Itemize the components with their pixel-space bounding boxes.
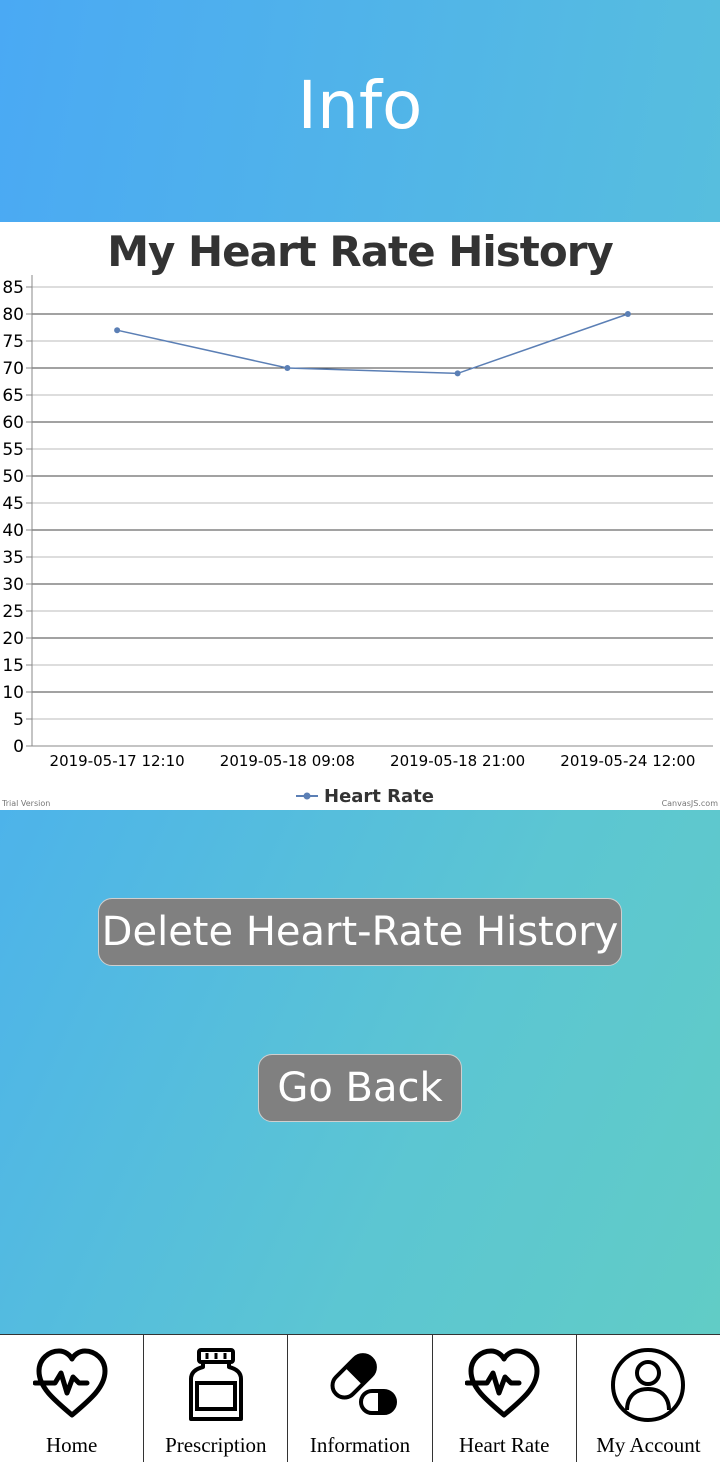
data-point <box>454 370 461 377</box>
bottom-tab-bar: Home Prescription Information Heart Rate… <box>0 1334 720 1462</box>
legend-label: Heart Rate <box>324 786 434 807</box>
series-line <box>116 313 629 375</box>
y-tick-label: 35 <box>2 548 24 568</box>
x-tick-label: 2019-05-24 12:00 <box>560 752 695 770</box>
y-tick-label: 85 <box>2 278 24 298</box>
tab-prescription[interactable]: Prescription <box>144 1335 289 1462</box>
tab-label-home: Home <box>45 1433 98 1457</box>
y-tick-label: 75 <box>2 332 24 352</box>
tab-heart-rate[interactable]: Heart Rate <box>433 1335 577 1462</box>
heart-rate-chart: My Heart Rate History 0 5 10 15 20 25 30 35 40 45 5… <box>0 222 720 810</box>
user-circle-icon <box>611 1348 686 1422</box>
heartbeat-icon <box>465 1348 540 1418</box>
capsule-icon <box>330 1353 397 1415</box>
heartbeat-icon <box>32 1348 108 1418</box>
tab-label-my-account: My Account <box>596 1433 701 1457</box>
y-tick-label: 65 <box>2 386 24 406</box>
y-tick-label: 50 <box>2 467 24 487</box>
y-tick-label: 10 <box>2 683 24 703</box>
y-tick-label: 30 <box>2 575 24 595</box>
tab-label-information: Information <box>309 1433 411 1457</box>
x-tick-label: 2019-05-18 09:08 <box>220 752 355 770</box>
chart-canvas: My Heart Rate History 0 5 10 15 20 25 30 35 40 45 5… <box>1 227 719 808</box>
pill-bottle-icon <box>188 1348 243 1421</box>
y-tick-label: 45 <box>2 494 24 514</box>
y-tick-label: 70 <box>2 359 24 379</box>
tab-label-prescription: Prescription <box>165 1433 267 1457</box>
data-point <box>284 365 291 371</box>
main-panel: Delete Heart-Rate History Go Back <box>0 810 720 1335</box>
delete-history-button[interactable]: Delete Heart-Rate History <box>98 898 622 966</box>
data-point <box>114 327 121 334</box>
legend-marker <box>303 792 311 800</box>
y-tick-label: 15 <box>2 656 24 676</box>
chart-title: My Heart Rate History <box>107 227 613 276</box>
page-header: Info <box>0 0 720 222</box>
y-tick-label: 60 <box>2 413 24 433</box>
y-tick-label: 5 <box>13 710 24 730</box>
x-tick-label: 2019-05-18 21:00 <box>390 752 525 770</box>
go-back-button[interactable]: Go Back <box>258 1054 462 1122</box>
y-tick-label: 25 <box>2 602 24 622</box>
data-point <box>624 311 631 317</box>
tab-label-heart-rate: Heart Rate <box>459 1433 550 1457</box>
page-title: Info <box>297 66 423 144</box>
y-tick-label: 0 <box>13 737 24 757</box>
watermark-trial: Trial Version <box>1 799 50 808</box>
tab-home[interactable]: Home <box>0 1335 145 1462</box>
x-tick-label: 2019-05-17 12:10 <box>50 752 185 770</box>
watermark-canvasjs: CanvasJS.com <box>662 799 719 808</box>
y-tick-label: 40 <box>2 521 24 541</box>
tab-my-account[interactable]: My Account <box>577 1335 720 1462</box>
y-tick-label: 20 <box>2 629 24 649</box>
y-tick-label: 80 <box>2 305 24 325</box>
y-tick-label: 55 <box>2 440 24 460</box>
tab-information[interactable]: Information <box>288 1335 433 1462</box>
